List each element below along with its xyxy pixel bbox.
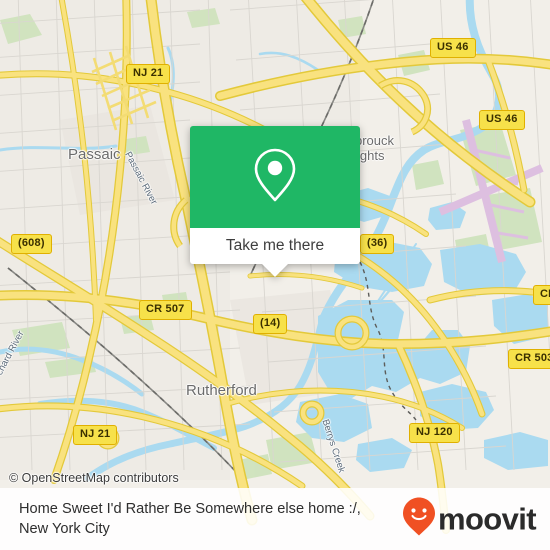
- shield-route-14[interactable]: (14): [253, 314, 288, 334]
- moovit-smiley-pin-icon: [402, 497, 436, 542]
- shield-cr-507[interactable]: CR 507: [139, 300, 192, 320]
- shield-cr-partial[interactable]: CR: [533, 285, 550, 305]
- shield-route-36[interactable]: (36): [360, 234, 395, 254]
- destination-popup-card[interactable]: Take me there: [190, 126, 360, 277]
- place-label-heights: ights: [357, 148, 385, 163]
- moovit-logo[interactable]: moovit: [402, 497, 537, 542]
- place-label-hasbrouck: brouck: [355, 133, 395, 148]
- shield-cr-503[interactable]: CR 503: [508, 349, 550, 369]
- popup-card-footer[interactable]: Take me there: [190, 228, 360, 277]
- moovit-map-screenshot: Passaic Rutherford brouck ights Passaic …: [0, 0, 550, 550]
- footer-title: Home Sweet I'd Rather Be Somewhere else …: [0, 499, 361, 539]
- shield-nj-21-south[interactable]: NJ 21: [73, 425, 118, 445]
- map-pin-icon: [252, 147, 298, 208]
- shield-us-46-east[interactable]: US 46: [479, 110, 525, 130]
- osm-attribution-text: © OpenStreetMap contributors: [9, 471, 179, 485]
- shield-us-46-north[interactable]: US 46: [430, 38, 476, 58]
- shield-nj-21-north[interactable]: NJ 21: [126, 64, 171, 84]
- moovit-wordmark: moovit: [437, 501, 537, 537]
- footer-title-line1: Home Sweet I'd Rather Be Somewhere else …: [19, 501, 361, 517]
- osm-attribution[interactable]: © OpenStreetMap contributors: [0, 466, 550, 490]
- footer-title-line2: New York City: [19, 521, 110, 537]
- take-me-there-label: Take me there: [225, 237, 325, 254]
- shield-nj-120[interactable]: NJ 120: [409, 423, 460, 443]
- footer-bar: Home Sweet I'd Rather Be Somewhere else …: [0, 488, 550, 550]
- place-label-rutherford: Rutherford: [186, 382, 257, 399]
- popup-pointer: [262, 264, 288, 277]
- place-label-passaic: Passaic: [68, 146, 121, 163]
- shield-route-608[interactable]: (608): [11, 234, 52, 254]
- popup-card-header: [190, 126, 360, 228]
